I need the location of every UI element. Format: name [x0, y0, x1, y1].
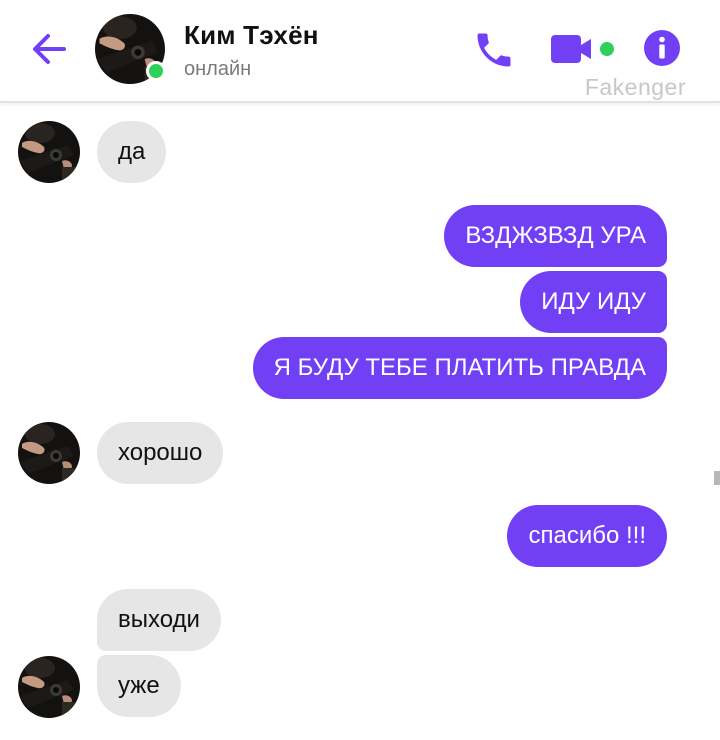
message-outgoing[interactable]: Я БУДУ ТЕБЕ ПЛАТИТЬ ПРАВДА	[252, 337, 667, 399]
contact-status: онлайн	[184, 58, 252, 80]
sender-avatar	[18, 121, 80, 183]
video-camera-icon	[551, 35, 614, 63]
message-incoming[interactable]: да	[97, 121, 167, 183]
arrow-left-icon	[33, 34, 66, 64]
sender-avatar	[18, 656, 80, 718]
message-outgoing[interactable]: спасибо !!!	[507, 505, 667, 567]
message-outgoing[interactable]: ИДУ ИДУ	[520, 271, 667, 333]
app-watermark: Fakenger	[584, 74, 686, 100]
online-indicator	[146, 61, 166, 81]
contact-avatar[interactable]	[95, 14, 166, 84]
chat-header: Ким Тэхён онлайн Fakenger	[0, 0, 720, 103]
video-call-button[interactable]	[550, 32, 616, 66]
message-incoming[interactable]: уже	[97, 655, 181, 717]
call-button[interactable]	[472, 28, 516, 72]
message-incoming[interactable]: выходи	[97, 589, 221, 651]
message-incoming[interactable]: хорошо	[97, 422, 224, 484]
info-button[interactable]	[643, 29, 681, 67]
sender-avatar	[18, 422, 80, 484]
back-button[interactable]	[28, 28, 70, 70]
contact-name: Ким Тэхён	[184, 20, 319, 50]
message-outgoing[interactable]: ВЗДЖЗВЗД УРА	[444, 205, 667, 267]
scrollbar-thumb[interactable]	[714, 471, 720, 485]
info-icon	[644, 30, 680, 66]
phone-icon	[477, 33, 511, 67]
